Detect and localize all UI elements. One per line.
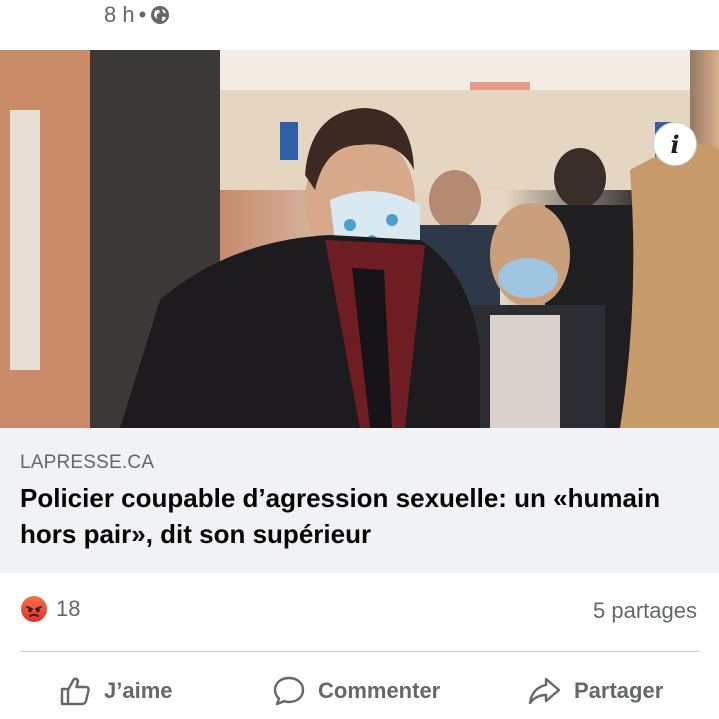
article-photo[interactable]: i [0, 50, 719, 428]
thumbs-up-icon [60, 677, 90, 706]
meta-separator: • [138, 2, 147, 27]
reaction-count: 18 [56, 596, 81, 621]
globe-icon[interactable] [150, 5, 170, 25]
photo-scene [0, 50, 719, 428]
link-preview[interactable]: LAPRESSE.CA Policier coupable d’agressio… [0, 428, 719, 573]
comment-button[interactable]: Commenter [272, 671, 440, 711]
like-label: J’aime [104, 678, 173, 703]
angry-icon [20, 595, 48, 623]
post-time[interactable]: 8 h [104, 2, 135, 28]
post-meta: 8 h • [104, 2, 170, 28]
link-domain: LAPRESSE.CA [20, 452, 155, 473]
info-button[interactable]: i [653, 122, 697, 166]
comment-icon [273, 676, 305, 706]
comment-label: Commenter [318, 678, 441, 703]
shares-count[interactable]: 5 partages [593, 598, 697, 624]
share-button[interactable]: Partager [526, 671, 663, 711]
actions-divider [20, 651, 700, 652]
post-stats: 18 5 partages [0, 588, 719, 632]
share-label: Partager [574, 678, 664, 703]
feed-post: 8 h • i LAPRESSE.CA Policier coupable d’… [0, 0, 719, 719]
reactions-summary[interactable]: 18 [20, 595, 80, 623]
action-bar: J’aime Commenter Partager [0, 663, 719, 719]
link-headline[interactable]: Policier coupable d’agression sexuelle: … [20, 480, 700, 552]
like-button[interactable]: J’aime [58, 671, 173, 711]
share-arrow-icon [528, 677, 561, 705]
